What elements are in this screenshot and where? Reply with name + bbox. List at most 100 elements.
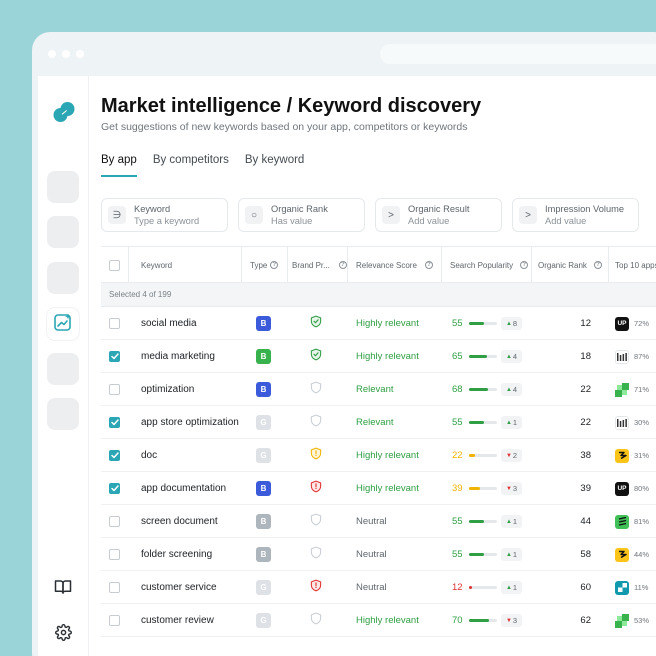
sidebar-item[interactable]: [47, 353, 79, 385]
row-checkbox[interactable]: [109, 417, 120, 428]
organic-rank-cell: 44: [580, 516, 591, 527]
column-organic-rank[interactable]: Organic Rank?: [538, 247, 602, 283]
table-row[interactable]: customer review G Highly relevant 70 ▼ 3 62 53%: [101, 604, 656, 637]
table-row[interactable]: optimization B Relevant 68 ▲ 4 22 71%: [101, 373, 656, 406]
organic-rank-cell: 39: [580, 483, 591, 494]
window-dot-icon[interactable]: [76, 50, 84, 58]
organic-rank-cell: 22: [580, 384, 591, 395]
filter-value: Has value: [271, 216, 313, 226]
table-row[interactable]: app documentation B Highly relevant 39 ▼ 3 39 U…: [101, 472, 656, 505]
app-bars-icon[interactable]: [615, 349, 629, 364]
app-up-icon[interactable]: UP: [615, 316, 629, 331]
column-brand[interactable]: Brand Pr...?: [292, 247, 347, 283]
sidebar-item[interactable]: [47, 398, 79, 430]
help-icon[interactable]: ?: [270, 261, 279, 269]
app-teal-icon[interactable]: [615, 580, 629, 595]
table-row[interactable]: app store optimization G Relevant 55 ▲ 1 22 30%: [101, 406, 656, 439]
arrow-down-icon: ▼: [505, 452, 512, 459]
help-icon[interactable]: ?: [424, 261, 433, 269]
sidebar-item[interactable]: [47, 216, 79, 248]
greater-than-icon: >: [519, 206, 537, 224]
column-top-apps[interactable]: Top 10 apps: [615, 247, 656, 283]
filter-impression-volume[interactable]: > Impression Volume Add value: [512, 198, 639, 232]
tab-by-competitors[interactable]: By competitors: [153, 154, 229, 177]
relevance-cell: Neutral: [356, 549, 387, 560]
app-green-stack-icon[interactable]: [615, 514, 629, 529]
relevance-cell: Neutral: [356, 516, 387, 527]
tab-by-keyword[interactable]: By keyword: [245, 154, 304, 177]
app-bars-icon[interactable]: [615, 415, 629, 430]
table-row[interactable]: doc G Highly relevant 22 ▼ 2 38 31%: [101, 439, 656, 472]
brand-logo-icon[interactable]: [52, 100, 76, 124]
popularity-change: ▲ 1: [501, 548, 522, 561]
brand-shield-icon: [310, 315, 322, 333]
table-row[interactable]: folder screening B Neutral 55 ▲ 1 58 44%: [101, 538, 656, 571]
keyword-table: Keyword Type? Brand Pr...? Relevance Sco…: [101, 246, 656, 637]
top-app-share: 30%: [634, 418, 650, 427]
table-row[interactable]: customer service G Neutral 12 ▲ 1 60 11%: [101, 571, 656, 604]
top-app-share: 31%: [634, 451, 650, 460]
popularity-value: 39: [452, 483, 463, 494]
filter-organic-rank[interactable]: ○ Organic Rank Has value: [238, 198, 365, 232]
tab-by-app[interactable]: By app: [101, 154, 137, 177]
row-checkbox[interactable]: [109, 582, 120, 593]
selection-summary: Selected 4 of 199: [101, 283, 656, 307]
tab-bar: By app By competitors By keyword: [101, 154, 304, 177]
relevance-cell: Relevant: [356, 417, 394, 428]
app-up-icon[interactable]: UP: [615, 481, 629, 496]
column-relevance[interactable]: Relevance Score?: [356, 247, 433, 283]
arrow-up-icon: ▲: [505, 386, 512, 393]
row-checkbox[interactable]: [109, 549, 120, 560]
app-yellow-icon[interactable]: [615, 547, 629, 562]
column-popularity[interactable]: Search Popularity?: [450, 247, 529, 283]
row-checkbox[interactable]: [109, 483, 120, 494]
keyword-cell: optimization: [141, 384, 195, 395]
filter-organic-result[interactable]: > Organic Result Add value: [375, 198, 502, 232]
popularity-bar: [469, 619, 497, 622]
help-icon[interactable]: ?: [520, 261, 529, 269]
keyword-cell: screen document: [141, 516, 218, 527]
browser-window: Market intelligence / Keyword discovery …: [32, 32, 656, 656]
popularity-bar: [469, 421, 497, 424]
organic-rank-cell: 60: [580, 582, 591, 593]
organic-rank-cell: 12: [580, 318, 591, 329]
column-type[interactable]: Type?: [250, 247, 279, 283]
app-green-squares-icon[interactable]: [615, 382, 629, 397]
select-all-checkbox[interactable]: [109, 259, 120, 271]
filter-keyword[interactable]: ∋ Keyword Type a keyword: [101, 198, 228, 232]
window-dot-icon[interactable]: [62, 50, 70, 58]
table-row[interactable]: media marketing B Highly relevant 65 ▲ 4 18 87%: [101, 340, 656, 373]
row-checkbox[interactable]: [109, 516, 120, 527]
row-checkbox[interactable]: [109, 615, 120, 626]
row-checkbox[interactable]: [109, 450, 120, 461]
filter-label: Keyword: [134, 204, 171, 214]
keyword-cell: customer review: [141, 615, 214, 626]
window-dot-icon[interactable]: [48, 50, 56, 58]
help-icon[interactable]: ?: [338, 261, 347, 269]
help-icon[interactable]: ?: [593, 261, 602, 269]
table-row[interactable]: screen document B Neutral 55 ▲ 1 44 81%: [101, 505, 656, 538]
type-badge: B: [256, 316, 271, 331]
organic-rank-cell: 62: [580, 615, 591, 626]
contains-icon: ∋: [108, 206, 126, 224]
app-green-squares-icon[interactable]: [615, 613, 629, 628]
book-icon[interactable]: [52, 576, 74, 598]
relevance-cell: Highly relevant: [356, 318, 419, 329]
column-keyword[interactable]: Keyword: [141, 247, 172, 283]
organic-rank-cell: 38: [580, 450, 591, 461]
table-row[interactable]: social media B Highly relevant 55 ▲ 8 12 UP 72%: [101, 307, 656, 340]
address-bar[interactable]: [380, 44, 656, 64]
gear-icon[interactable]: [52, 621, 74, 643]
row-checkbox[interactable]: [109, 384, 120, 395]
popularity-change: ▲ 4: [501, 383, 522, 396]
top-app-share: 71%: [634, 385, 650, 394]
popularity-value: 70: [452, 615, 463, 626]
sidebar-item-keyword-discovery[interactable]: [47, 308, 79, 340]
app-yellow-icon[interactable]: [615, 448, 629, 463]
type-badge: B: [256, 382, 271, 397]
row-checkbox[interactable]: [109, 351, 120, 362]
sidebar-item[interactable]: [47, 262, 79, 294]
arrow-down-icon: ▼: [505, 617, 512, 624]
row-checkbox[interactable]: [109, 318, 120, 329]
sidebar-item[interactable]: [47, 171, 79, 203]
